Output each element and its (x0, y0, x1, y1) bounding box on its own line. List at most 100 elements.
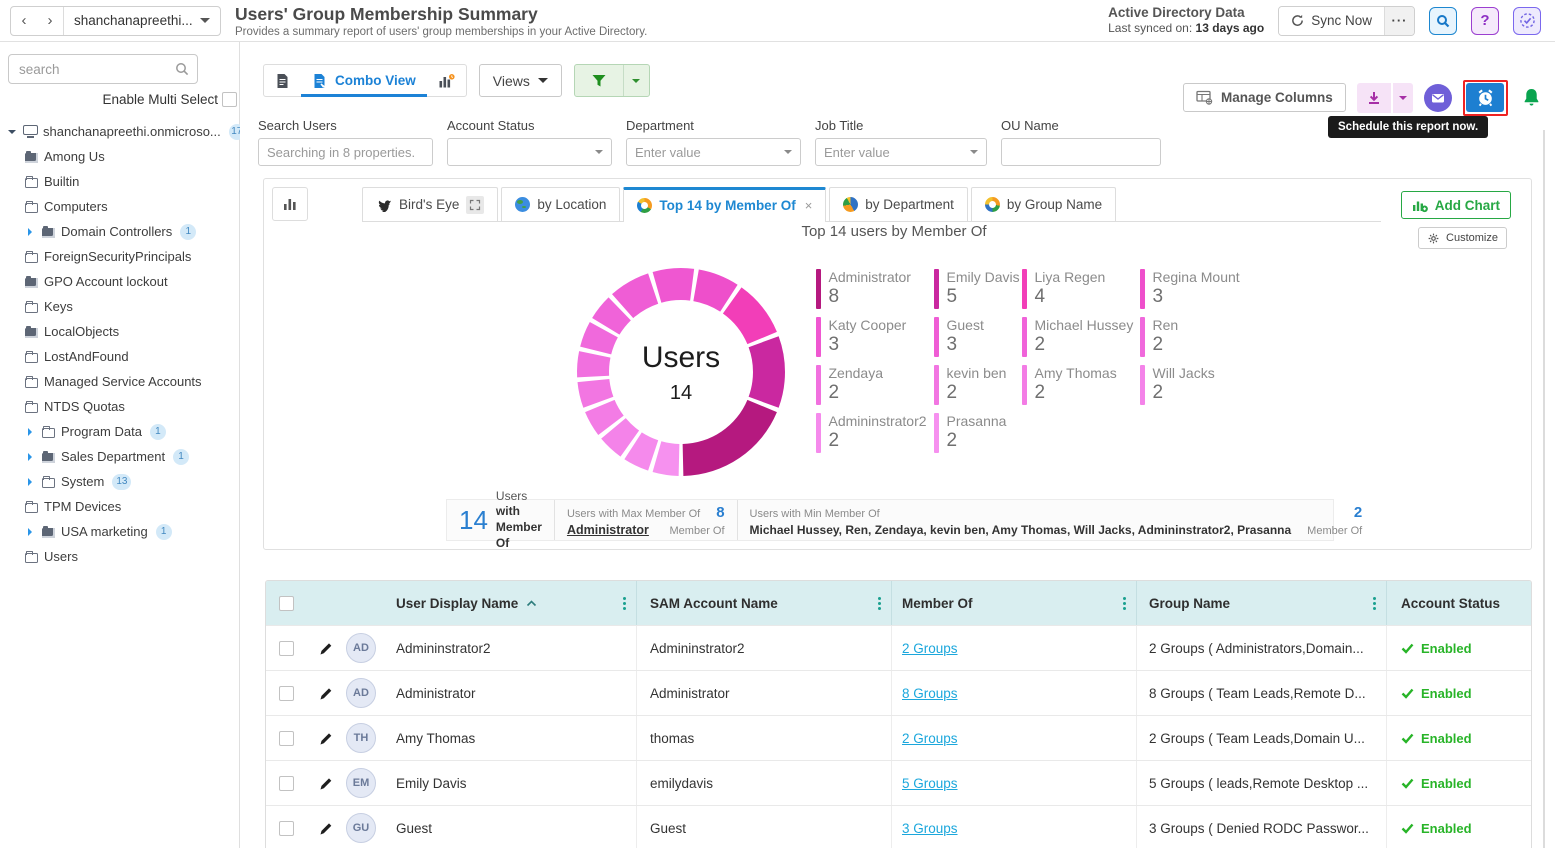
legend-item[interactable]: Michael Hussey 2 (1022, 317, 1140, 357)
tree-caret-icon[interactable] (24, 226, 36, 238)
row-checkbox[interactable] (279, 776, 294, 791)
member-of-link[interactable]: 3 Groups (902, 821, 958, 836)
forward-icon[interactable]: › (37, 12, 63, 29)
job-title-select[interactable]: Enter value (815, 138, 987, 166)
edit-pencil-icon[interactable] (318, 641, 333, 656)
donut-slice[interactable] (723, 287, 777, 344)
notifications-button[interactable] (1519, 84, 1545, 112)
donut-slice[interactable] (653, 441, 680, 476)
tab-by-group-name[interactable]: by Group Name (971, 187, 1116, 221)
edit-pencil-icon[interactable] (318, 776, 333, 791)
legend-item[interactable]: kevin ben 2 (934, 365, 1022, 405)
donut-slice[interactable] (683, 400, 777, 476)
chart-list-button[interactable] (272, 187, 308, 221)
col-user-display-name[interactable]: User Display Name (396, 596, 518, 611)
tree-item[interactable]: Computers (0, 194, 239, 219)
tree-item[interactable]: Sales Department 1 (0, 444, 239, 469)
search-users-input[interactable] (258, 138, 433, 166)
tree-caret-icon[interactable] (24, 426, 36, 438)
tree-item[interactable]: Users (0, 544, 239, 569)
donut-chart[interactable]: Users 14 (570, 261, 792, 486)
tab-by-location[interactable]: by Location (501, 187, 620, 221)
legend-item[interactable]: Will Jacks 2 (1140, 365, 1381, 405)
sort-asc-icon[interactable] (526, 600, 537, 607)
legend-item[interactable]: Guest 3 (934, 317, 1022, 357)
tab-birds-eye[interactable]: Bird's Eye (362, 187, 498, 221)
domain-dropdown[interactable]: shanchanapreethi... (63, 7, 220, 35)
search-input[interactable] (8, 54, 198, 84)
account-status-select[interactable] (447, 138, 612, 166)
tab-top14-member-of[interactable]: Top 14 by Member Of × (623, 187, 826, 221)
filter-button[interactable] (575, 65, 623, 96)
member-of-link[interactable]: 5 Groups (902, 776, 958, 791)
legend-item[interactable]: Liya Regen 4 (1022, 269, 1140, 309)
add-chart-button[interactable]: Add Chart (1401, 191, 1511, 219)
legend-item[interactable]: Prasanna 2 (934, 413, 1022, 453)
filter-dropdown-button[interactable] (623, 65, 649, 96)
tab-chart-view[interactable] (427, 65, 466, 96)
tree-caret-icon[interactable] (24, 526, 36, 538)
tab-combo-view[interactable]: Combo View (301, 65, 427, 96)
tree-item[interactable]: Builtin (0, 169, 239, 194)
legend-item[interactable]: Zendaya 2 (816, 365, 934, 405)
legend-item[interactable]: Ren 2 (1140, 317, 1381, 357)
tree-item[interactable]: GPO Account lockout (0, 269, 239, 294)
col-member-of[interactable]: Member Of (902, 596, 973, 611)
help-button[interactable]: ? (1471, 7, 1499, 35)
multi-select-checkbox[interactable] (222, 92, 237, 107)
legend-item[interactable]: Admininstrator2 2 (816, 413, 934, 453)
tab-report-view[interactable] (264, 65, 301, 96)
edit-pencil-icon[interactable] (318, 731, 333, 746)
sync-now-button[interactable]: Sync Now (1279, 7, 1384, 35)
legend-item[interactable]: Administrator 8 (816, 269, 934, 309)
member-of-link[interactable]: 8 Groups (902, 686, 958, 701)
sync-more-button[interactable]: ··· (1384, 7, 1414, 35)
legend-item[interactable]: Regina Mount 3 (1140, 269, 1381, 309)
legend-item[interactable]: Amy Thomas 2 (1022, 365, 1140, 405)
edit-pencil-icon[interactable] (318, 686, 333, 701)
tree-item[interactable]: USA marketing 1 (0, 519, 239, 544)
download-button[interactable] (1357, 83, 1391, 113)
legend-item[interactable]: Katy Cooper 3 (816, 317, 934, 357)
customize-button[interactable]: Customize (1418, 227, 1507, 249)
row-checkbox[interactable] (279, 641, 294, 656)
tree-caret-icon[interactable] (24, 451, 36, 463)
legend-item[interactable]: Emily Davis 5 (934, 269, 1022, 309)
scheduled-reports-button[interactable] (1513, 7, 1541, 35)
select-all-checkbox[interactable] (279, 596, 294, 611)
download-options-button[interactable] (1391, 83, 1413, 113)
column-menu-icon[interactable] (623, 596, 626, 611)
tree-item[interactable]: Domain Controllers 1 (0, 219, 239, 244)
email-report-button[interactable] (1424, 84, 1452, 112)
department-select[interactable]: Enter value (626, 138, 801, 166)
row-checkbox[interactable] (279, 731, 294, 746)
donut-slice[interactable] (577, 351, 610, 377)
global-search-button[interactable] (1429, 7, 1457, 35)
tree-item[interactable]: Keys (0, 294, 239, 319)
member-of-link[interactable]: 2 Groups (902, 641, 958, 656)
schedule-report-button[interactable] (1466, 83, 1504, 112)
member-of-link[interactable]: 2 Groups (902, 731, 958, 746)
tree-item[interactable]: LostAndFound (0, 344, 239, 369)
max-memberof-user-link[interactable]: Administrator (567, 523, 649, 537)
tree-caret-icon[interactable] (6, 126, 18, 138)
column-menu-icon[interactable] (1123, 596, 1126, 611)
tree-item[interactable]: shanchanapreethi.onmicroso... 17 (0, 119, 239, 144)
tab-by-department[interactable]: by Department (829, 187, 968, 221)
tree-item[interactable]: NTDS Quotas (0, 394, 239, 419)
tree-caret-icon[interactable] (24, 476, 36, 488)
tree-item[interactable]: ForeignSecurityPrincipals (0, 244, 239, 269)
donut-slice[interactable] (749, 336, 785, 408)
tree-item[interactable]: TPM Devices (0, 494, 239, 519)
col-group-name[interactable]: Group Name (1149, 596, 1230, 611)
tree-item[interactable]: Managed Service Accounts (0, 369, 239, 394)
column-menu-icon[interactable] (1373, 596, 1376, 611)
tree-item[interactable]: System 13 (0, 469, 239, 494)
scrollbar[interactable] (1543, 130, 1545, 848)
col-account-status[interactable]: Account Status (1401, 596, 1500, 611)
manage-columns-button[interactable]: Manage Columns (1183, 83, 1346, 112)
tree-item[interactable]: Program Data 1 (0, 419, 239, 444)
back-icon[interactable]: ‹ (11, 12, 37, 29)
tree-item[interactable]: LocalObjects (0, 319, 239, 344)
close-icon[interactable]: × (805, 198, 813, 213)
